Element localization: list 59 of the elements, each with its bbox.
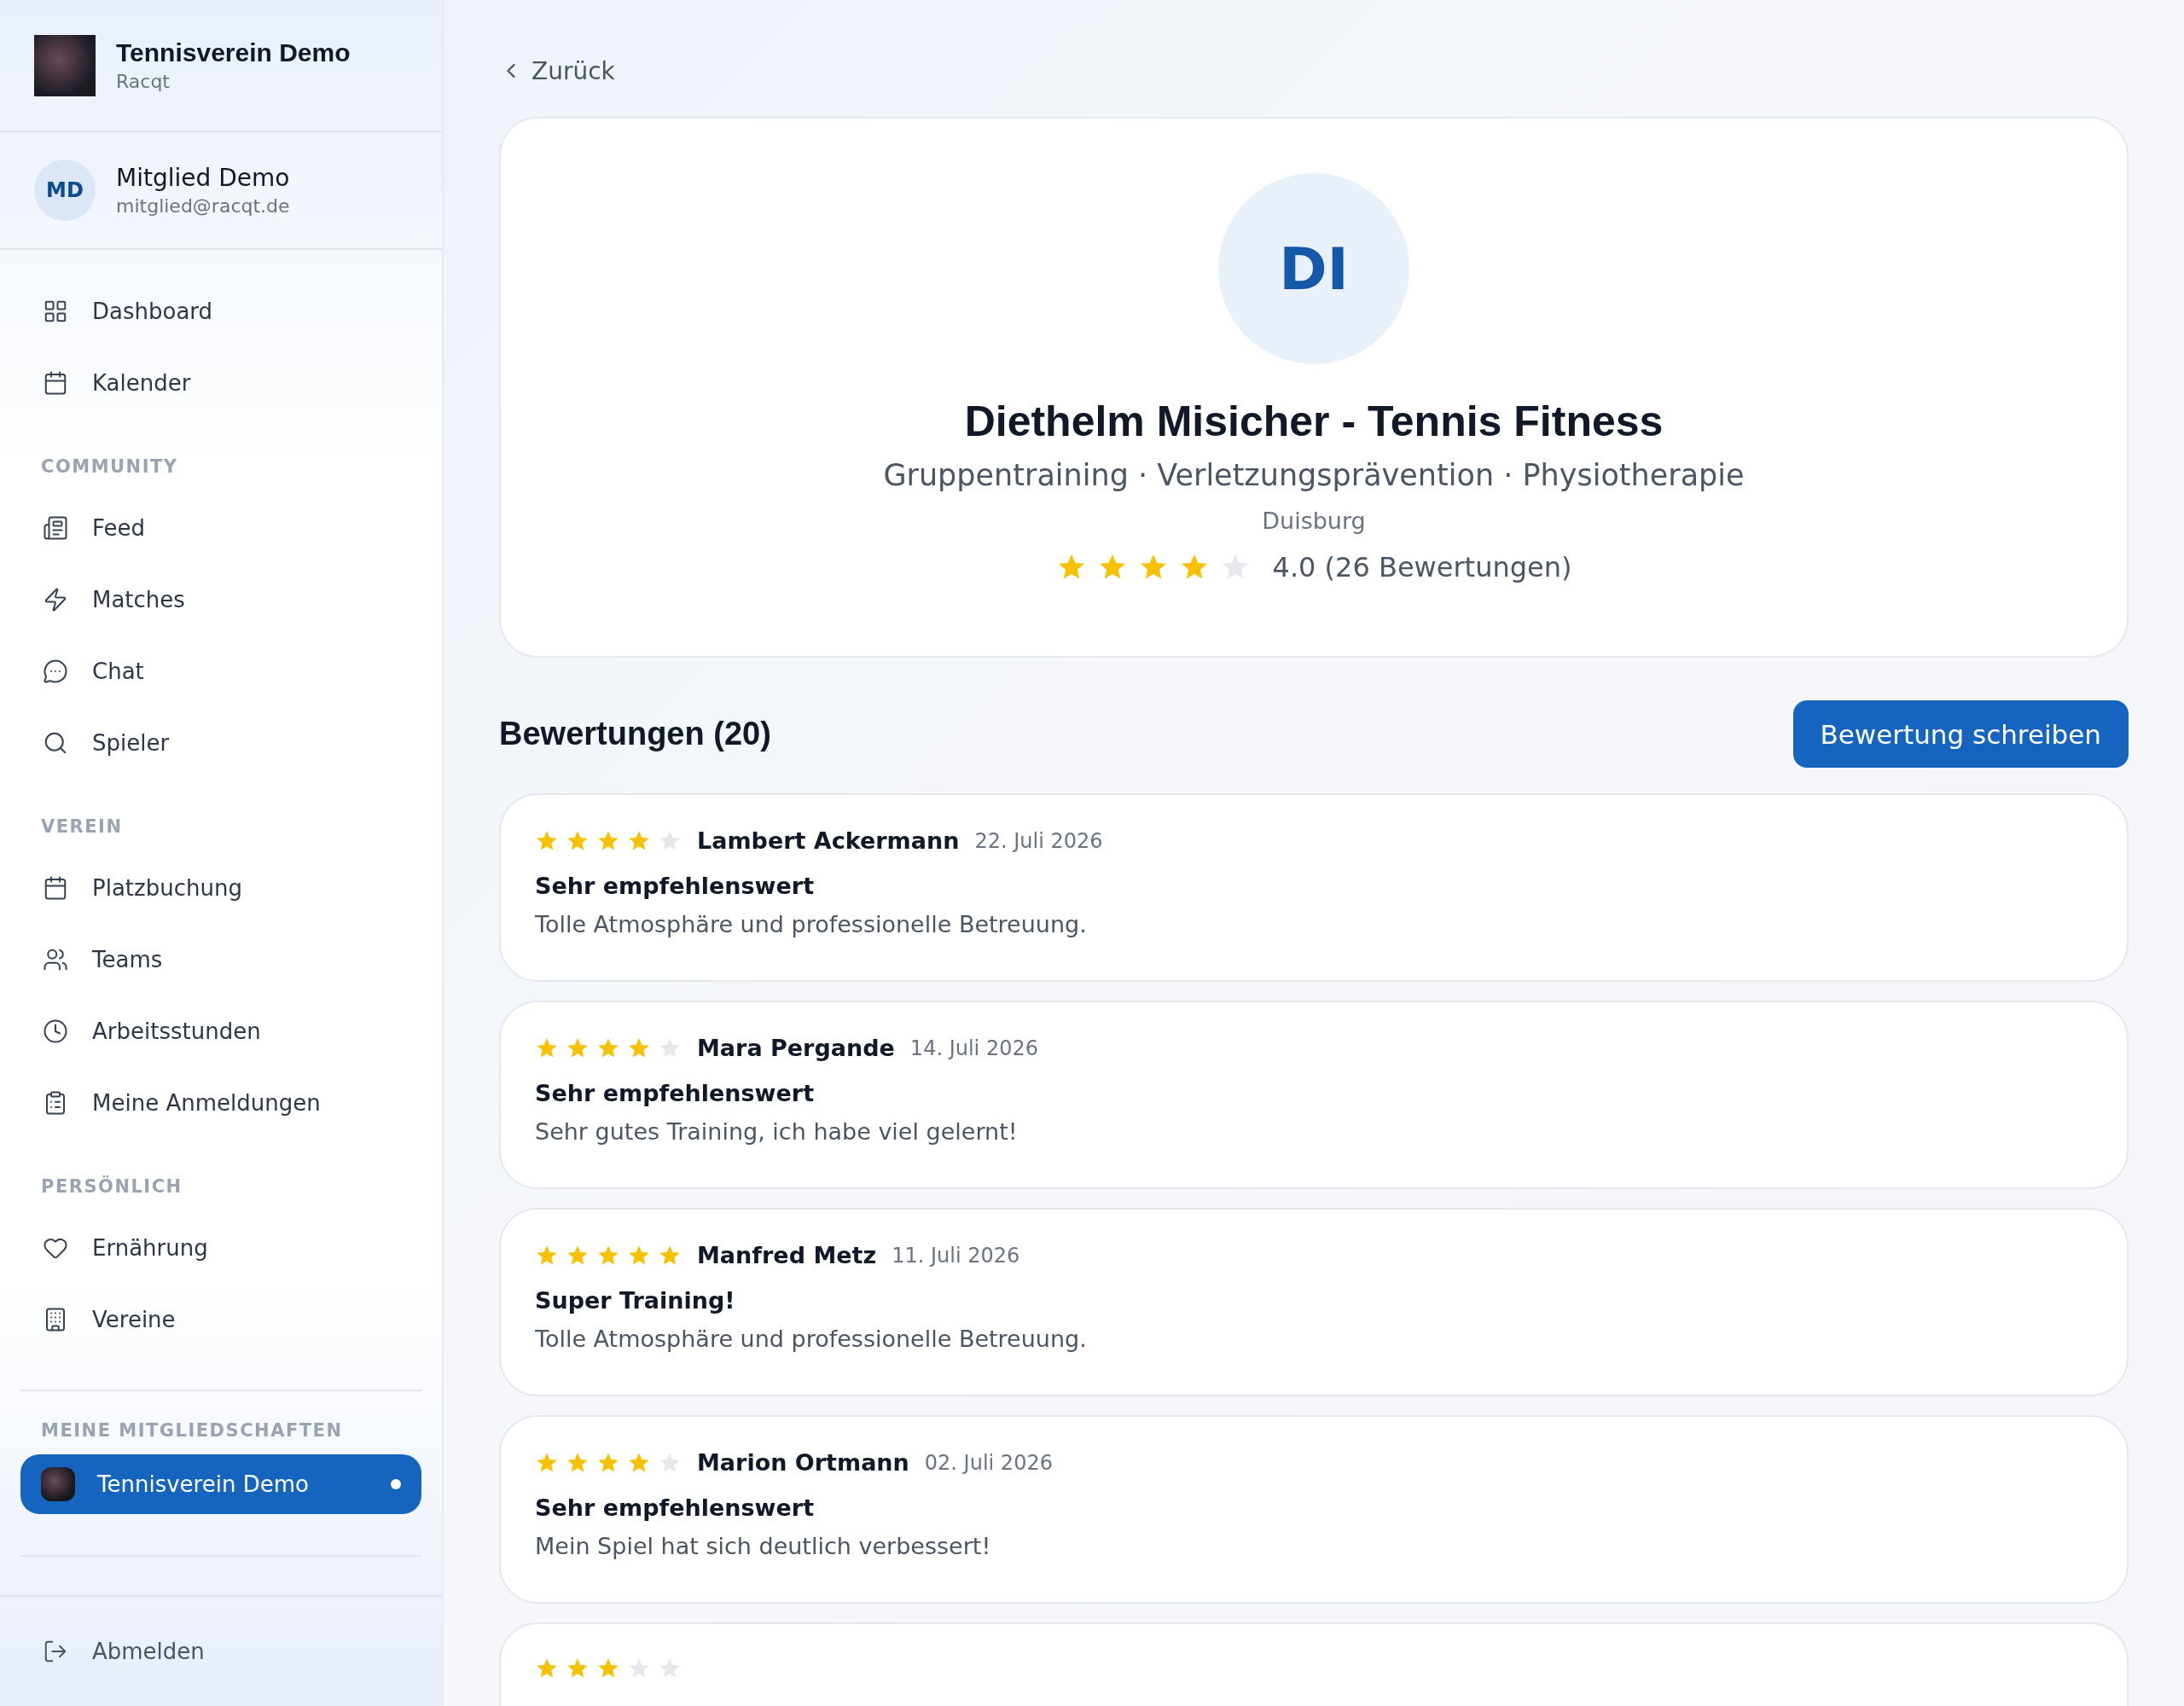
- nav-item[interactable]: Teams: [20, 924, 421, 995]
- users-icon: [43, 947, 68, 972]
- club-name: Tennisverein Demo: [116, 38, 351, 67]
- grid-icon: [43, 299, 68, 324]
- user-name: Mitglied Demo: [116, 164, 290, 192]
- review-author: Mara Pergande: [697, 1035, 895, 1061]
- search-icon: [43, 730, 68, 756]
- review-author: Marion Ortmann: [697, 1449, 909, 1476]
- calendar-icon: [43, 370, 68, 396]
- section-heading: MEINE MITGLIEDSCHAFTEN: [40, 1419, 344, 1442]
- section-heading: PERSÖNLICH: [40, 1175, 183, 1198]
- chat-bubble-icon: [43, 659, 68, 684]
- review-title: Sehr empfehlenswert: [535, 1494, 816, 1521]
- review-title: Sehr empfehlenswert: [535, 873, 816, 899]
- rating-summary: 4.0 (26 Bewertungen): [1272, 551, 1572, 583]
- nav-item[interactable]: Ernährung: [20, 1212, 421, 1284]
- nav-item[interactable]: Chat: [20, 635, 421, 707]
- newspaper-icon: [43, 515, 68, 541]
- active-dot: [391, 1479, 401, 1489]
- nav-item[interactable]: Vereine: [20, 1284, 421, 1355]
- review-date: 11. Juli 2026: [892, 1243, 1020, 1268]
- review-date: 02. Juli 2026: [924, 1450, 1053, 1475]
- profile-avatar: DI: [1218, 173, 1409, 364]
- membership-item[interactable]: Tennisverein Demo: [20, 1454, 421, 1514]
- review-text: Sehr gutes Training, ich habe viel gelernt!: [535, 1118, 1019, 1145]
- logout-link[interactable]: Abmelden: [43, 1639, 205, 1664]
- write-review-button[interactable]: Bewertung schreiben: [1792, 700, 2129, 768]
- nav-item[interactable]: Meine Anmeldungen: [20, 1067, 421, 1139]
- review-text: Tolle Atmosphäre und professionelle Betreuung.: [535, 911, 1088, 937]
- lightning-icon: [43, 587, 68, 612]
- club-subtitle: Racqt: [116, 71, 171, 92]
- profile-city: Duisburg: [1262, 508, 1366, 534]
- nav-item[interactable]: Feed: [20, 492, 421, 564]
- calendar-icon: [43, 875, 68, 901]
- back-link[interactable]: Zurück: [499, 45, 615, 96]
- nav-item[interactable]: Platzbuchung: [20, 852, 421, 924]
- review-text: Mein Spiel hat sich deutlich verbessert!: [535, 1533, 992, 1559]
- logout-icon: [43, 1639, 68, 1664]
- nav-item[interactable]: Arbeitsstunden: [20, 995, 421, 1067]
- profile-specialties: Gruppentraining · Verletzungsprävention · Physiotherapie: [883, 458, 1745, 492]
- section-heading: COMMUNITY: [40, 456, 179, 479]
- review-date: 14. Juli 2026: [909, 1036, 1038, 1060]
- review-date: 22. Juli 2026: [974, 828, 1103, 853]
- club-logo: [41, 1467, 75, 1501]
- user-avatar: MD: [34, 160, 96, 221]
- review-text: Tolle Atmosphäre und professionelle Betreuung.: [535, 1326, 1088, 1352]
- nav-item[interactable]: Dashboard: [20, 276, 421, 347]
- nav-item[interactable]: Kalender: [20, 347, 421, 419]
- profile-name: Diethelm Misicher - Tennis Fitness: [964, 397, 1664, 446]
- reviews-heading: Bewertungen (20): [499, 716, 771, 752]
- nav-item[interactable]: Matches: [20, 564, 421, 635]
- nav-item[interactable]: Spieler: [20, 707, 421, 779]
- user-email: mitglied@racqt.de: [116, 195, 290, 217]
- section-heading: VEREIN: [40, 815, 124, 838]
- review-title: Super Training!: [535, 1287, 736, 1314]
- review-author: Manfred Metz: [697, 1242, 877, 1268]
- review-author: Lambert Ackermann: [697, 827, 960, 854]
- review-title: Sehr empfehlenswert: [535, 1080, 816, 1106]
- clock-icon: [43, 1018, 68, 1044]
